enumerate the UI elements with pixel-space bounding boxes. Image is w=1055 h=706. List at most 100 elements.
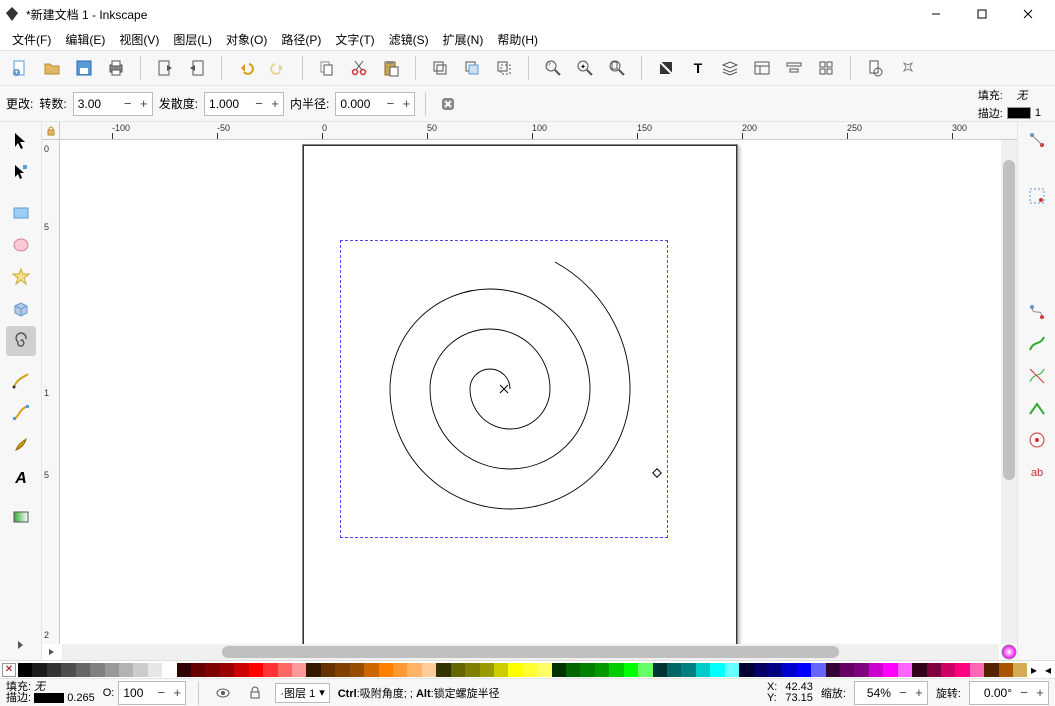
save-icon[interactable] <box>72 56 96 80</box>
zoom-decrement[interactable]: − <box>895 682 911 704</box>
copy-icon[interactable] <box>315 56 339 80</box>
color-swatch[interactable] <box>465 663 479 677</box>
color-swatch[interactable] <box>696 663 710 677</box>
rotate-increment[interactable]: + <box>1032 682 1048 704</box>
cut-icon[interactable] <box>347 56 371 80</box>
turns-spinbox[interactable]: − + <box>73 92 153 116</box>
color-swatch[interactable] <box>234 663 248 677</box>
clone-icon[interactable] <box>460 56 484 80</box>
color-swatch[interactable] <box>364 663 378 677</box>
menu-path[interactable]: 路径(P) <box>275 29 327 50</box>
color-swatch[interactable] <box>624 663 638 677</box>
layer-lock-icon[interactable] <box>243 681 267 705</box>
inner-radius-increment[interactable]: + <box>398 93 414 115</box>
status-stroke-swatch[interactable] <box>34 693 64 703</box>
star-tool[interactable] <box>6 262 36 292</box>
opacity-decrement[interactable]: − <box>153 682 169 704</box>
color-swatch[interactable] <box>681 663 695 677</box>
layer-visibility-icon[interactable] <box>211 681 235 705</box>
no-color-swatch[interactable]: ✕ <box>2 663 16 677</box>
color-swatch[interactable] <box>119 663 133 677</box>
opacity-increment[interactable]: + <box>169 682 185 704</box>
redo-icon[interactable] <box>266 56 290 80</box>
node-tool[interactable] <box>6 158 36 188</box>
divergence-input[interactable] <box>205 97 251 111</box>
color-swatch[interactable] <box>61 663 75 677</box>
snap-path-icon[interactable] <box>1025 332 1049 356</box>
snap-nodes-icon[interactable] <box>1025 300 1049 324</box>
color-swatch[interactable] <box>508 663 522 677</box>
color-swatch[interactable] <box>191 663 205 677</box>
color-swatch[interactable] <box>422 663 436 677</box>
color-swatch[interactable] <box>869 663 883 677</box>
color-swatch[interactable] <box>379 663 393 677</box>
color-swatch[interactable] <box>970 663 984 677</box>
zoom-drawing-icon[interactable]: ✦ <box>573 56 597 80</box>
color-swatch[interactable] <box>797 663 811 677</box>
color-swatch[interactable] <box>898 663 912 677</box>
divergence-decrement[interactable]: − <box>251 93 267 115</box>
menu-layer[interactable]: 图层(L) <box>167 29 218 50</box>
color-swatch[interactable] <box>638 663 652 677</box>
color-swatch[interactable] <box>739 663 753 677</box>
preferences-icon[interactable] <box>895 56 919 80</box>
bezier-tool[interactable] <box>6 398 36 428</box>
color-swatch[interactable] <box>335 663 349 677</box>
color-swatch[interactable] <box>292 663 306 677</box>
snap-center-icon[interactable] <box>1025 428 1049 452</box>
color-swatch[interactable] <box>205 663 219 677</box>
color-swatch[interactable] <box>105 663 119 677</box>
color-swatch[interactable] <box>768 663 782 677</box>
color-swatch[interactable] <box>883 663 897 677</box>
color-swatch[interactable] <box>854 663 868 677</box>
print-icon[interactable] <box>104 56 128 80</box>
color-swatch[interactable] <box>984 663 998 677</box>
color-swatch[interactable] <box>725 663 739 677</box>
zoom-input[interactable] <box>855 686 895 700</box>
color-swatch[interactable] <box>754 663 768 677</box>
rotate-spinbox[interactable]: −+ <box>969 681 1049 705</box>
reset-defaults-icon[interactable] <box>436 92 460 116</box>
ellipse-tool[interactable] <box>6 230 36 260</box>
color-swatch[interactable] <box>667 663 681 677</box>
vertical-scrollbar[interactable] <box>1001 140 1017 644</box>
selector-tool[interactable] <box>6 126 36 156</box>
color-swatch[interactable] <box>826 663 840 677</box>
color-swatch[interactable] <box>595 663 609 677</box>
snap-cuspnode-icon[interactable] <box>1025 396 1049 420</box>
color-swatch[interactable] <box>148 663 162 677</box>
color-swatch[interactable] <box>393 663 407 677</box>
color-swatch[interactable] <box>220 663 234 677</box>
snap-intersection-icon[interactable] <box>1025 364 1049 388</box>
turns-input[interactable] <box>74 97 120 111</box>
color-swatch[interactable] <box>249 663 263 677</box>
color-swatch[interactable] <box>811 663 825 677</box>
color-swatch[interactable] <box>840 663 854 677</box>
horizontal-ruler[interactable]: -100-50050100150200250300 <box>60 122 1017 140</box>
duplicate-icon[interactable] <box>428 56 452 80</box>
undo-icon[interactable] <box>234 56 258 80</box>
palette-menu[interactable]: ◂ <box>1041 663 1055 677</box>
selectors-dialog-icon[interactable] <box>814 56 838 80</box>
color-swatch[interactable] <box>350 663 364 677</box>
color-swatch[interactable] <box>306 663 320 677</box>
palette-scroll-right[interactable]: ▸ <box>1027 663 1041 677</box>
color-swatch[interactable] <box>1013 663 1027 677</box>
import-icon[interactable] <box>153 56 177 80</box>
fill-stroke-dialog-icon[interactable] <box>654 56 678 80</box>
paste-icon[interactable] <box>379 56 403 80</box>
color-swatch[interactable] <box>955 663 969 677</box>
color-swatch[interactable] <box>76 663 90 677</box>
color-swatch[interactable] <box>523 663 537 677</box>
color-swatch[interactable] <box>47 663 61 677</box>
color-swatch[interactable] <box>451 663 465 677</box>
color-swatch[interactable] <box>133 663 147 677</box>
color-swatch[interactable] <box>177 663 191 677</box>
divergence-increment[interactable]: + <box>267 93 283 115</box>
color-swatch[interactable] <box>580 663 594 677</box>
snap-text-icon[interactable]: ab <box>1025 460 1049 484</box>
menu-view[interactable]: 视图(V) <box>113 29 165 50</box>
export-icon[interactable] <box>185 56 209 80</box>
menu-extension[interactable]: 扩展(N) <box>437 29 490 50</box>
color-swatch[interactable] <box>407 663 421 677</box>
